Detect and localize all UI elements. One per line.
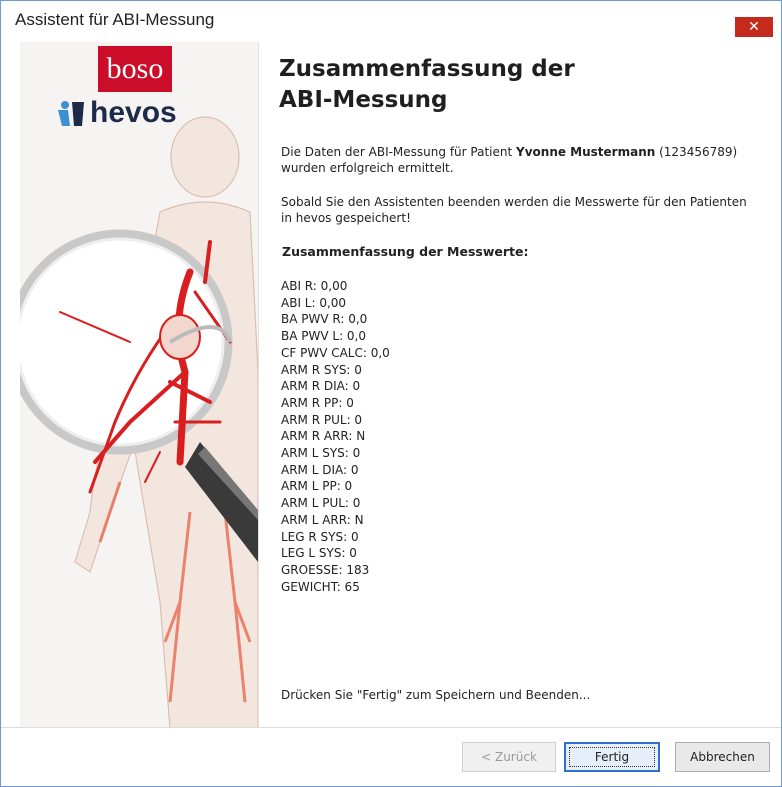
- finish-hint: Drücken Sie "Fertig" zum Speichern und B…: [281, 688, 591, 702]
- measurement-item: ABI L: 0,00: [281, 295, 347, 310]
- measurement-item: ARM R PUL: 0: [281, 412, 363, 427]
- title-bar[interactable]: Assistent für ABI-Messung ✕: [1, 1, 781, 41]
- cancel-button[interactable]: Abbrechen: [675, 742, 770, 772]
- boso-logo: boso: [98, 46, 172, 92]
- close-icon: ✕: [748, 19, 760, 35]
- intro-text: Die Daten der ABI-Messung für Patient Yv…: [281, 144, 767, 176]
- focus-rectangle: [569, 747, 655, 767]
- wizard-window: Assistent für ABI-Messung ✕ boso hevos Z…: [0, 0, 782, 787]
- hevos-logo-icon: [58, 101, 84, 126]
- intro-suffix: wurden erfolgreich ermittelt.: [281, 161, 454, 175]
- measurement-item: GEWICHT: 65: [281, 579, 360, 594]
- anatomy-illustration: [20, 116, 258, 728]
- footer-divider: [1, 727, 781, 728]
- measurement-item: LEG L SYS: 0: [281, 546, 357, 561]
- measurement-item: ARM L SYS: 0: [281, 446, 361, 461]
- side-illustration-panel: boso hevos: [20, 42, 259, 728]
- measurement-item: ARM R PP: 0: [281, 395, 354, 410]
- hevos-logo: hevos: [90, 96, 177, 129]
- measurement-item: ARM R DIA: 0: [281, 379, 361, 394]
- back-button[interactable]: < Zurück: [462, 742, 556, 772]
- summary-heading: Zusammenfassung der Messwerte:: [282, 244, 529, 259]
- page-title: Zusammenfassung der ABI-Messung: [279, 54, 759, 116]
- save-notice: Sobald Sie den Assistenten beenden werde…: [281, 194, 767, 226]
- intro-prefix: Die Daten der ABI-Messung für Patient: [281, 145, 513, 159]
- close-button[interactable]: ✕: [735, 17, 773, 37]
- page-title-line1: Zusammenfassung der: [279, 56, 575, 82]
- measurement-item: ARM L ARR: N: [281, 512, 364, 527]
- patient-name: Yvonne Mustermann: [516, 145, 656, 159]
- measurement-item: LEG R SYS: 0: [281, 529, 359, 544]
- save-notice-line1: Sobald Sie den Assistenten beenden werde…: [281, 195, 747, 209]
- measurement-item: BA PWV R: 0,0: [281, 312, 368, 327]
- measurement-list: ABI R: 0,00 ABI L: 0,00 BA PWV R: 0,0 BA…: [281, 278, 390, 595]
- measurement-item: BA PWV L: 0,0: [281, 329, 367, 344]
- measurement-item: ARM L PP: 0: [281, 479, 353, 494]
- finish-button[interactable]: Fertig: [564, 742, 660, 772]
- measurement-item: GROESSE: 183: [281, 562, 370, 577]
- measurement-item: ABI R: 0,00: [281, 279, 348, 293]
- measurement-item: ARM R ARR: N: [281, 429, 366, 444]
- measurement-item: CF PWV CALC: 0,0: [281, 345, 390, 360]
- page-title-line2: ABI-Messung: [279, 87, 448, 113]
- summary-content: Zusammenfassung der ABI-Messung Die Date…: [279, 42, 769, 728]
- measurement-item: ARM L DIA: 0: [281, 462, 359, 477]
- window-title: Assistent für ABI-Messung: [15, 10, 215, 29]
- save-notice-line2: in hevos gespeichert!: [281, 211, 411, 225]
- patient-id: (123456789): [659, 145, 738, 159]
- measurement-item: ARM R SYS: 0: [281, 362, 362, 377]
- measurement-item: ARM L PUL: 0: [281, 496, 361, 511]
